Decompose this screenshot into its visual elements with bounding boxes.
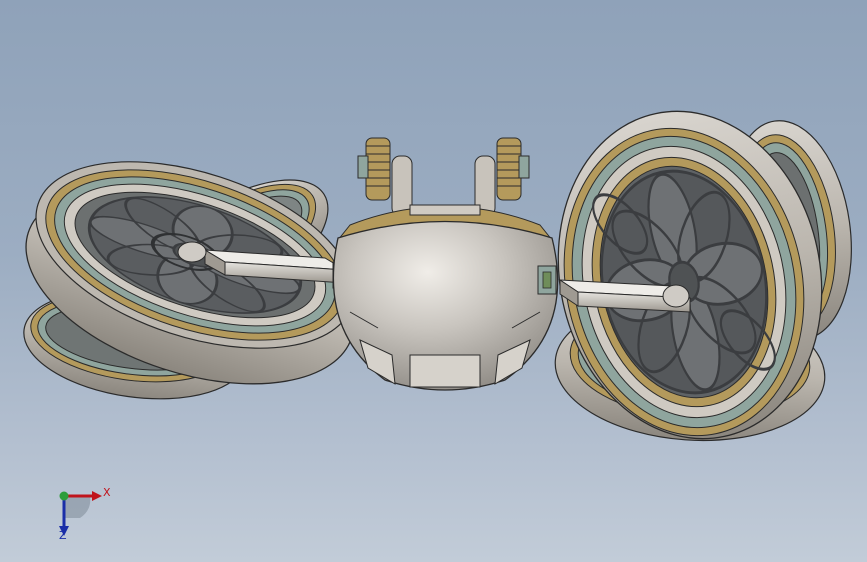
- left-wheel-assembly[interactable]: [1, 126, 379, 421]
- model-scene[interactable]: [0, 0, 867, 562]
- right-drive-sprocket: [474, 137, 530, 217]
- center-sphere-body[interactable]: [332, 137, 559, 391]
- reference-triad: X Z: [40, 480, 120, 550]
- triad-origin: [59, 491, 69, 501]
- left-drive-sprocket: [357, 137, 413, 217]
- right-wheel-assembly[interactable]: [529, 87, 865, 464]
- z-axis-label: Z: [59, 529, 67, 542]
- triad-shadow: [64, 496, 91, 518]
- graphics-viewport[interactable]: X Z: [0, 0, 867, 562]
- right-coupling: [537, 265, 557, 295]
- x-axis-label: X: [103, 486, 111, 499]
- x-axis-arrowhead: [92, 491, 102, 501]
